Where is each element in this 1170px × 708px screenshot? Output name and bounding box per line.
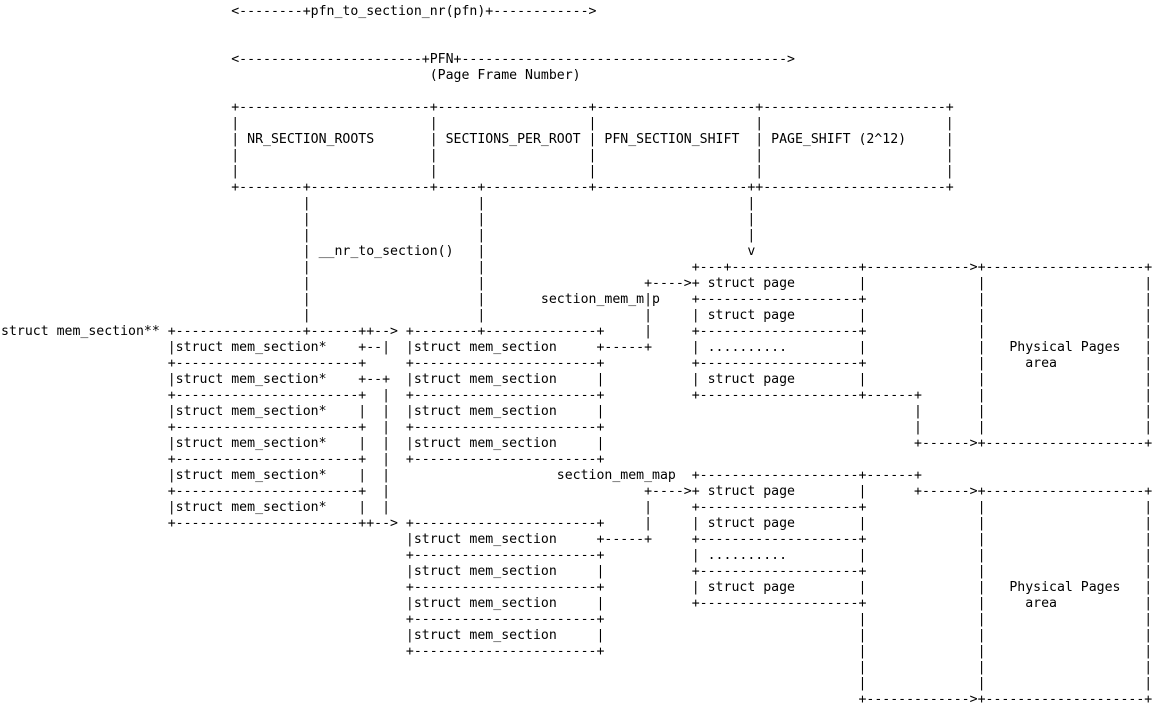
ascii-diagram-canvas: <--------+pfn_to_section_nr(pfn)+-------…	[0, 0, 1170, 707]
sparsemem-ascii-art: <--------+pfn_to_section_nr(pfn)+-------…	[1, 4, 1153, 707]
